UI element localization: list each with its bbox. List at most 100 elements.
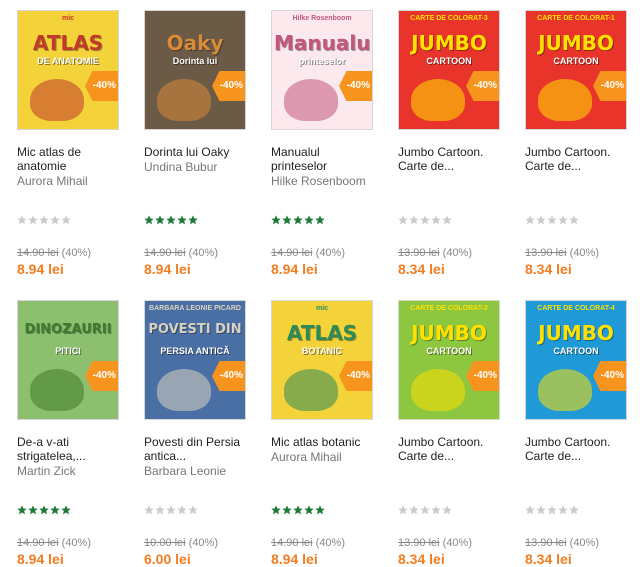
- cover-main-text: ATLAS: [286, 321, 358, 345]
- product-card[interactable]: CARTE DE COLORAT-2 JUMBO CARTOON -40% Ju…: [398, 300, 513, 567]
- product-author-link[interactable]: Aurora Mihail: [271, 450, 386, 464]
- star-icon: [398, 215, 408, 225]
- product-card[interactable]: CARTE DE COLORAT-4 JUMBO CARTOON -40% Ju…: [525, 300, 640, 567]
- star-icon: [431, 505, 441, 515]
- star-icon: [409, 215, 419, 225]
- book-cover-image[interactable]: DINOZAURII PITICI -40%: [17, 300, 119, 420]
- current-price: 8.94 lei: [271, 261, 318, 277]
- product-card[interactable]: mic ATLAS BOTANIC -40% Mic atlas botanic…: [271, 300, 386, 567]
- product-title-link[interactable]: Jumbo Cartoon. Carte de...: [398, 435, 506, 463]
- old-price-value: 14.90 lei: [271, 247, 313, 259]
- book-cover-image[interactable]: Hilke Rosenboom Manualul printeselor -40…: [271, 10, 373, 130]
- star-icon: [61, 505, 71, 515]
- cover-sub-text: CARTOON: [426, 56, 472, 66]
- star-icon: [17, 215, 27, 225]
- product-author-link[interactable]: Barbara Leonie: [144, 464, 259, 478]
- book-cover-image[interactable]: CARTE DE COLORAT-4 JUMBO CARTOON -40%: [525, 300, 627, 420]
- cover-sub-text: BOTANIC: [301, 346, 343, 356]
- star-icon: [409, 505, 419, 515]
- product-title-link[interactable]: Povesti din Persia antica...: [144, 435, 252, 463]
- price-box: 13.90 lei (40%) 8.34 lei: [398, 537, 472, 567]
- product-title-link[interactable]: Mic atlas de anatomie: [17, 145, 125, 173]
- book-cover-image[interactable]: Oaky Dorinta lui -40%: [144, 10, 246, 130]
- product-title-link[interactable]: Jumbo Cartoon. Carte de...: [398, 145, 506, 173]
- cover-illustration: [30, 79, 84, 121]
- cover-top-text: CARTE DE COLORAT-3: [410, 15, 488, 22]
- product-title-link[interactable]: Jumbo Cartoon. Carte de...: [525, 435, 633, 463]
- cover-main-text: JUMBO: [411, 31, 487, 55]
- book-cover-image[interactable]: mic ATLAS BOTANIC -40%: [271, 300, 373, 420]
- discount-percent: (40%): [569, 537, 599, 549]
- discount-percent: (40%): [315, 537, 345, 549]
- cover-illustration: [538, 369, 592, 411]
- discount-percent: (40%): [442, 247, 472, 259]
- old-price: 13.90 lei (40%): [525, 537, 599, 549]
- cover-art: DINOZAURII PITICI: [18, 301, 118, 419]
- old-price-value: 13.90 lei: [398, 247, 440, 259]
- star-icon: [50, 215, 60, 225]
- cover-sub-text: CARTOON: [553, 56, 599, 66]
- book-cover-image[interactable]: CARTE DE COLORAT-3 JUMBO CARTOON -40%: [398, 10, 500, 130]
- old-price-value: 13.90 lei: [525, 537, 567, 549]
- star-icon: [315, 505, 325, 515]
- star-icon: [282, 505, 292, 515]
- product-card[interactable]: DINOZAURII PITICI -40% De-a v-ati striga…: [17, 300, 132, 567]
- product-title-link[interactable]: Mic atlas botanic: [271, 435, 379, 449]
- price-box: 13.90 lei (40%) 8.34 lei: [525, 247, 599, 277]
- star-icon: [28, 505, 38, 515]
- old-price: 13.90 lei (40%): [398, 537, 472, 549]
- product-title-link[interactable]: De-a v-ati strigatelea,...: [17, 435, 125, 463]
- discount-percent: (40%): [61, 247, 91, 259]
- book-cover-image[interactable]: mic ATLAS DE ANATOMIE -40%: [17, 10, 119, 130]
- product-card[interactable]: Hilke Rosenboom Manualul printeselor -40…: [271, 10, 386, 277]
- price-box: 13.90 lei (40%) 8.34 lei: [398, 247, 472, 277]
- star-icon: [304, 215, 314, 225]
- star-icon: [431, 215, 441, 225]
- current-price: 8.34 lei: [398, 261, 445, 277]
- star-icon: [547, 505, 557, 515]
- product-card[interactable]: CARTE DE COLORAT-1 JUMBO CARTOON -40% Ju…: [525, 10, 640, 277]
- star-icon: [271, 505, 281, 515]
- product-author-link[interactable]: Martin Zick: [17, 464, 132, 478]
- product-card[interactable]: BARBARA LEONIE PICARD POVESTI DIN PERSIA…: [144, 300, 259, 567]
- old-price: 14.90 lei (40%): [271, 247, 345, 259]
- star-icon: [558, 215, 568, 225]
- product-author-link[interactable]: Hilke Rosenboom: [271, 174, 386, 188]
- cover-art: CARTE DE COLORAT-4 JUMBO CARTOON: [526, 301, 626, 419]
- star-icon: [442, 215, 452, 225]
- product-card[interactable]: CARTE DE COLORAT-3 JUMBO CARTOON -40% Ju…: [398, 10, 513, 277]
- star-icon: [188, 215, 198, 225]
- price-box: 14.90 lei (40%) 8.94 lei: [17, 247, 91, 277]
- rating-stars: [271, 505, 325, 517]
- book-cover-image[interactable]: BARBARA LEONIE PICARD POVESTI DIN PERSIA…: [144, 300, 246, 420]
- cover-main-text: Oaky: [166, 31, 224, 55]
- star-icon: [282, 215, 292, 225]
- current-price: 8.94 lei: [271, 551, 318, 567]
- product-title-link[interactable]: Manualul printeselor: [271, 145, 379, 173]
- product-author-link[interactable]: Aurora Mihail: [17, 174, 132, 188]
- product-card[interactable]: Oaky Dorinta lui -40% Dorinta lui Oaky U…: [144, 10, 259, 277]
- old-price-value: 13.90 lei: [525, 247, 567, 259]
- star-icon: [166, 505, 176, 515]
- cover-sub-text: CARTOON: [553, 346, 599, 356]
- book-cover-image[interactable]: CARTE DE COLORAT-1 JUMBO CARTOON -40%: [525, 10, 627, 130]
- cover-top-text: CARTE DE COLORAT-1: [537, 15, 615, 22]
- star-icon: [525, 215, 535, 225]
- cover-top-text: mic: [315, 305, 329, 312]
- star-icon: [39, 505, 49, 515]
- product-card[interactable]: mic ATLAS DE ANATOMIE -40% Mic atlas de …: [17, 10, 132, 277]
- star-icon: [536, 505, 546, 515]
- product-author-link[interactable]: Undina Bubur: [144, 160, 259, 174]
- star-icon: [188, 505, 198, 515]
- cover-art: CARTE DE COLORAT-1 JUMBO CARTOON: [526, 11, 626, 129]
- cover-main-text: DINOZAURII: [24, 322, 112, 337]
- product-title-link[interactable]: Dorinta lui Oaky: [144, 145, 252, 159]
- old-price: 10.00 lei (40%): [144, 537, 218, 549]
- cover-art: mic ATLAS DE ANATOMIE: [18, 11, 118, 129]
- cover-illustration: [157, 369, 211, 411]
- product-title-link[interactable]: Jumbo Cartoon. Carte de...: [525, 145, 633, 173]
- cover-illustration: [30, 369, 84, 411]
- cover-art: mic ATLAS BOTANIC: [272, 301, 372, 419]
- book-cover-image[interactable]: CARTE DE COLORAT-2 JUMBO CARTOON -40%: [398, 300, 500, 420]
- star-icon: [144, 505, 154, 515]
